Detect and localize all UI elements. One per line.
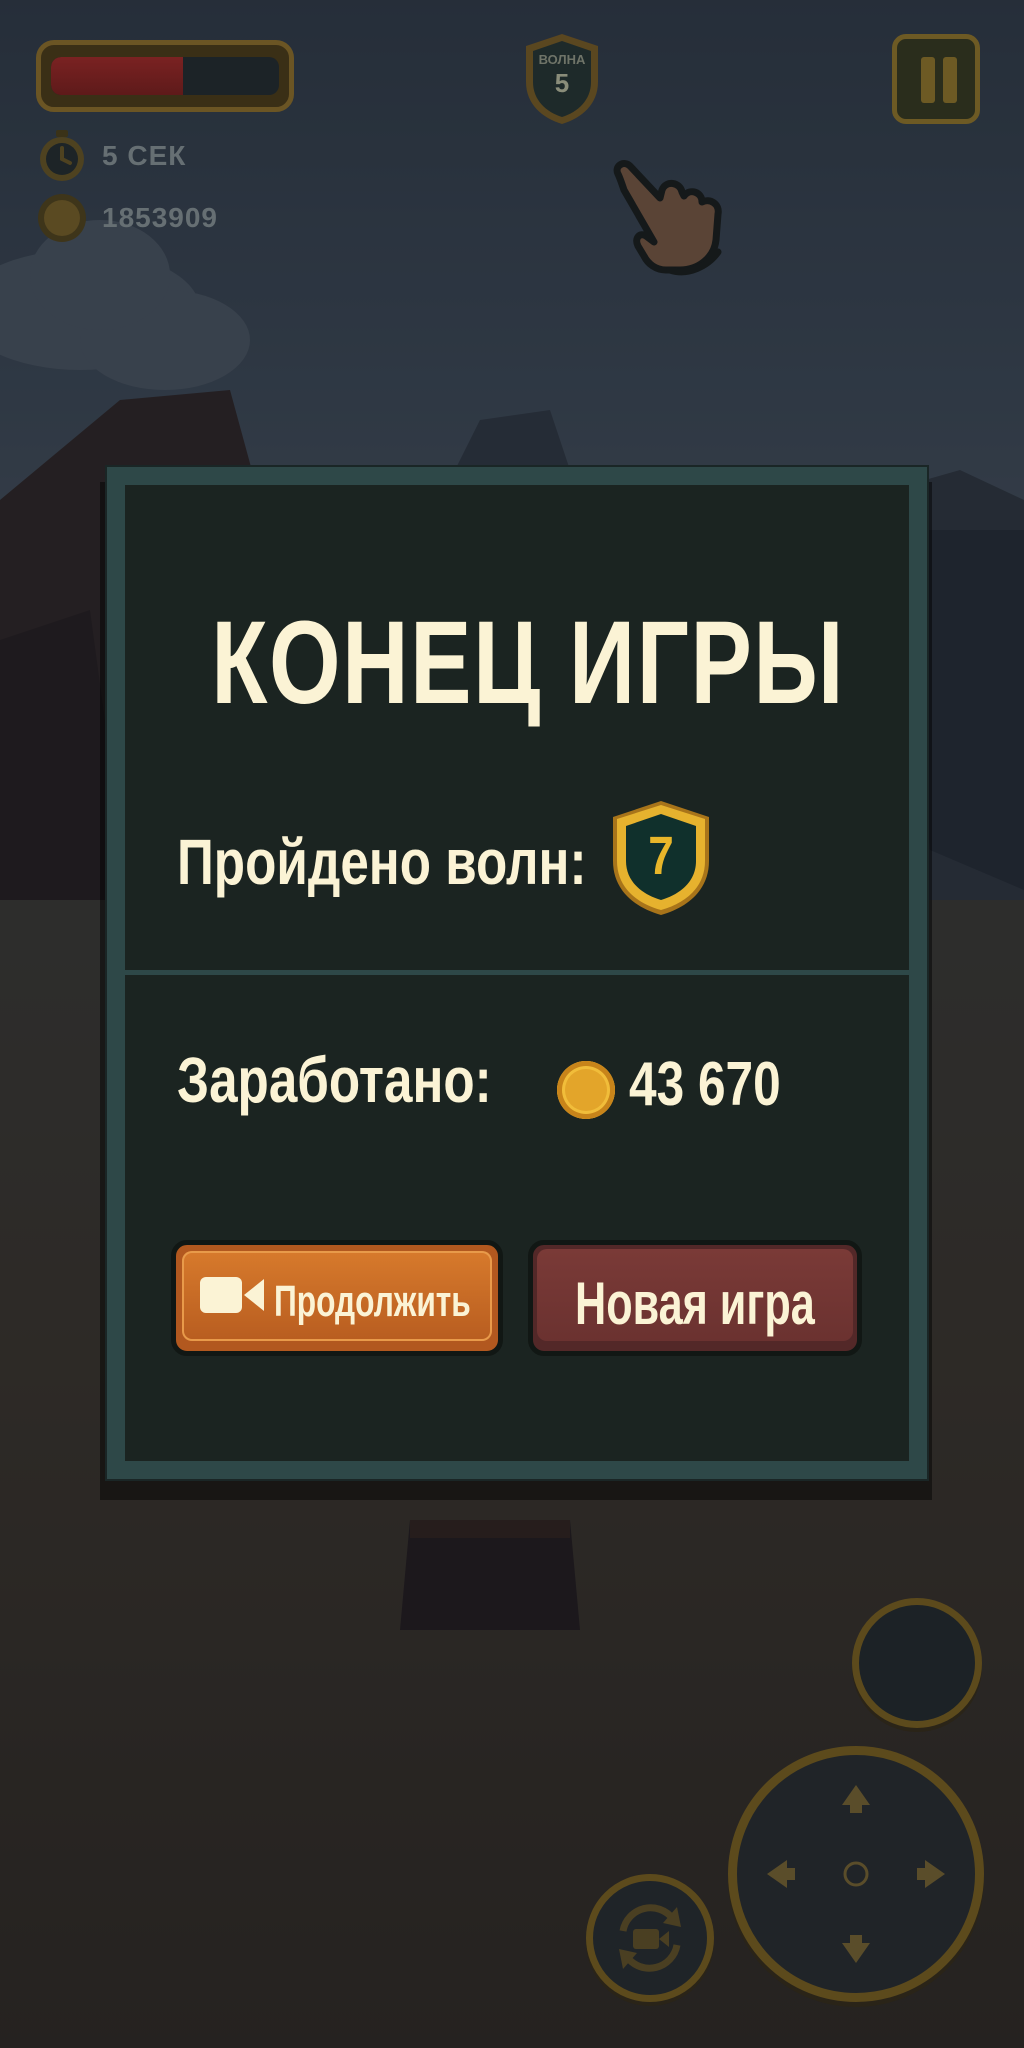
health-bar bbox=[36, 40, 294, 112]
new-game-button[interactable]: Новая игра bbox=[528, 1240, 862, 1356]
pointing-hand-icon bbox=[613, 160, 722, 276]
movement-joystick[interactable] bbox=[728, 1746, 984, 2002]
wave-number: 5 bbox=[554, 68, 570, 98]
pause-button[interactable] bbox=[892, 34, 980, 124]
coin-icon bbox=[38, 194, 86, 242]
arrow-up-icon bbox=[842, 1785, 870, 1805]
coins-balance: 1853909 bbox=[102, 202, 219, 233]
earned-section: Заработано: 43 670 bbox=[125, 975, 909, 1461]
health-bar-track bbox=[51, 57, 279, 95]
new-game-button-label: Новая игра bbox=[575, 1270, 815, 1337]
waves-passed-badge: 7 bbox=[609, 799, 713, 917]
arrow-down-icon bbox=[842, 1943, 870, 1963]
waves-passed-value: 7 bbox=[648, 826, 674, 886]
rotate-camera-button[interactable] bbox=[586, 1874, 714, 2002]
game-over-dialog: КОНЕЦ ИГРЫ Пройдено волн: 7 Заработано: … bbox=[107, 467, 927, 1479]
stopwatch-icon bbox=[40, 130, 84, 181]
coin-icon bbox=[557, 1061, 615, 1119]
earned-label: Заработано: bbox=[177, 1044, 492, 1116]
health-bar-fill bbox=[51, 57, 184, 95]
wave-indicator: ВОЛНА 5 bbox=[522, 32, 602, 126]
arrow-right-icon bbox=[925, 1860, 945, 1888]
arrow-left-icon bbox=[767, 1860, 787, 1888]
earned-value: 43 670 bbox=[629, 1050, 781, 1119]
game-over-title: КОНЕЦ ИГРЫ bbox=[211, 597, 846, 729]
continue-button-label: Продолжить bbox=[274, 1277, 471, 1326]
video-camera-icon bbox=[200, 1277, 264, 1313]
action-button[interactable] bbox=[852, 1598, 982, 1728]
waves-passed-label: Пройдено волн: bbox=[177, 826, 587, 898]
wave-label: ВОЛНА bbox=[538, 52, 586, 67]
rotate-camera-icon bbox=[619, 1904, 681, 1972]
joystick-arrows bbox=[767, 1785, 945, 1963]
timer-text: 5 СЕК bbox=[102, 140, 187, 171]
continue-button[interactable]: Продолжить bbox=[171, 1240, 503, 1356]
